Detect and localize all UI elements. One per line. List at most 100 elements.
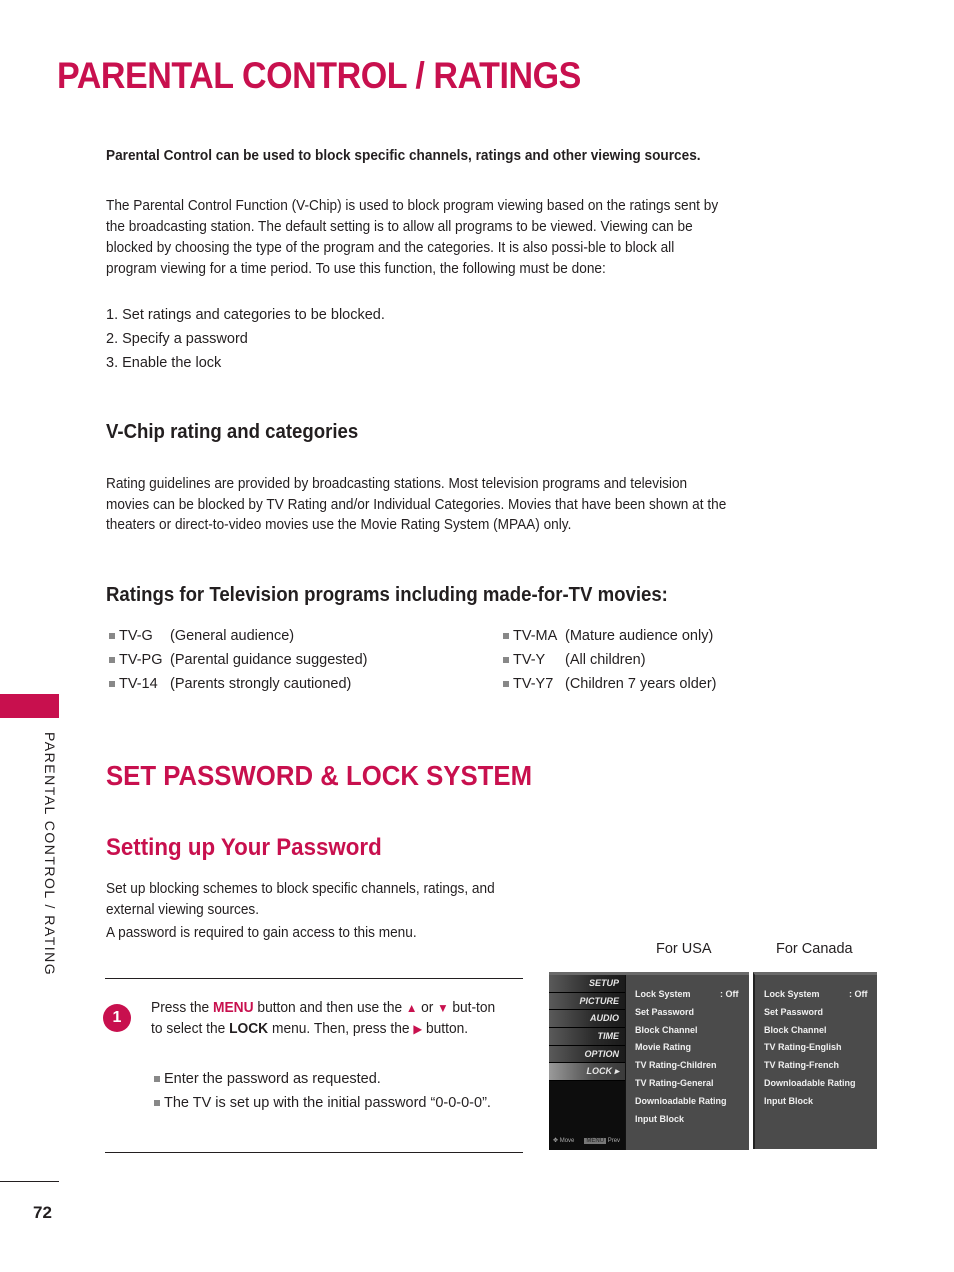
vchip-heading: V-Chip rating and categories [106, 421, 359, 443]
tv-menu-item: TV Rating-General [635, 1076, 749, 1094]
tv-sidebar-lock: LOCK ▸ [549, 1063, 625, 1082]
tv-menu-item: TV Rating-English [764, 1040, 877, 1058]
tv-menu-value: : Off [720, 989, 739, 999]
intro-step: 3. Enable the lock [106, 355, 222, 371]
intro-lead: Parental Control can be used to block sp… [106, 148, 701, 164]
usa-menu-screenshot: SETUP PICTURE AUDIO TIME OPTION LOCK ▸ ✥… [549, 972, 749, 1150]
side-section-label: PARENTAL CONTROL / RATING [42, 732, 58, 977]
square-bullet-icon [109, 657, 115, 663]
tv-menu-item: TV Rating-Children [635, 1058, 749, 1076]
step-text-part: button. [422, 1021, 469, 1037]
rating-item: TV-Y7 (Children 7 years older) [503, 672, 717, 696]
rating-code: TV-PG [119, 652, 163, 668]
square-bullet-icon [503, 633, 509, 639]
rating-desc: (Parental guidance suggested) [170, 652, 368, 668]
intro-step: 1. Set ratings and categories to be bloc… [106, 307, 385, 323]
rating-code: TV-Y7 [513, 676, 554, 692]
menu-chip: MENU [584, 1138, 607, 1144]
rating-code: TV-14 [119, 676, 158, 692]
footer-rule [0, 1181, 59, 1182]
tv-sidebar-time: TIME [549, 1028, 625, 1046]
step-bullet: Enter the password as requested. [154, 1067, 491, 1091]
rating-desc: (Children 7 years older) [565, 676, 717, 692]
step-text-part: Press the [151, 1000, 214, 1016]
vchip-paragraph: Rating guidelines are provided by broadc… [106, 476, 727, 533]
down-arrow-icon: ▼ [437, 1001, 449, 1015]
canada-lock-menu-panel: Lock System : Off Set Password Block Chan… [753, 972, 877, 1149]
subsection-title: Setting up Your Password [106, 834, 382, 861]
tv-sidebar-option: OPTION [549, 1045, 625, 1064]
tv-menu-sidebar: SETUP PICTURE AUDIO TIME OPTION LOCK ▸ ✥… [549, 975, 625, 1150]
setup-paragraph: Set up blocking schemes to block specifi… [106, 881, 495, 918]
rating-code: TV-Y [513, 652, 546, 668]
tv-menu-item: Lock System : Off [635, 987, 749, 1005]
step-bottom-rule [105, 1152, 523, 1153]
section-title: SET PASSWORD & LOCK SYSTEM [106, 760, 533, 791]
tv-ratings-list-left: TV-G (General audience) TV-PG (Parental gu… [109, 624, 368, 696]
tv-menu-label: Lock System [635, 989, 691, 999]
usa-lock-menu-panel: Lock System : Off Set Password Block Chan… [626, 975, 749, 1150]
rating-desc: (Mature audience only) [565, 628, 714, 644]
rating-desc: (All children) [565, 652, 646, 668]
tv-menu-label: Downloadable Rating [764, 1077, 856, 1088]
tv-menu-item: Downloadable Rating [635, 1094, 749, 1112]
tv-menu-label: TV Rating-English [764, 1042, 842, 1053]
tv-menu-label: Block Channel [764, 1024, 827, 1035]
tv-menu-value: : Off [849, 989, 868, 999]
page-title: PARENTAL CONTROL / RATINGS [57, 55, 581, 96]
tv-menu-label: Set Password [635, 1006, 695, 1017]
tv-sidebar-audio: AUDIO [549, 1010, 625, 1029]
setup-paragraph-2: A password is required to gain access to… [106, 925, 417, 941]
tv-menu-item: Input Block [764, 1094, 877, 1112]
footer-move-label: Move [559, 1138, 575, 1144]
canada-screen-label: For Canada [776, 941, 853, 957]
tv-menu-item: Input Block [635, 1112, 749, 1130]
rating-code: TV-MA [513, 628, 558, 644]
square-bullet-icon [503, 657, 509, 663]
intro-steps: 1. Set ratings and categories to be bloc… [106, 303, 385, 375]
tv-menu-label: Lock System [764, 989, 820, 999]
rating-code: TV-G [119, 628, 153, 644]
step-number-badge: 1 [103, 1004, 131, 1032]
tv-menu-label: TV Rating-French [764, 1060, 840, 1071]
tv-menu-item: TV Rating-French [764, 1058, 877, 1076]
tv-menu-label: Movie Rating [635, 1042, 692, 1053]
tv-menu-label: TV Rating-Children [635, 1060, 717, 1071]
square-bullet-icon [109, 681, 115, 687]
tv-menu-label: TV Rating-General [635, 1077, 714, 1088]
step-text-part: button and then use the [253, 1000, 407, 1016]
tv-menu-label: Input Block [764, 1095, 813, 1106]
step-text-part: or [417, 1000, 438, 1016]
rating-item: TV-14 (Parents strongly cautioned) [109, 672, 368, 696]
step-text-part: menu. Then, press the [268, 1021, 414, 1037]
rating-item: TV-MA (Mature audience only) [503, 624, 717, 648]
step-bullet-text: Enter the password as requested. [164, 1071, 381, 1087]
up-arrow-icon: ▲ [406, 1001, 418, 1015]
step-bullets: Enter the password as requested. The TV … [154, 1067, 491, 1115]
square-bullet-icon [503, 681, 509, 687]
tv-menu-item: Downloadable Rating [764, 1076, 877, 1094]
tv-ratings-list-right: TV-MA (Mature audience only) TV-Y (All chi… [503, 624, 717, 696]
square-bullet-icon [154, 1076, 160, 1082]
usa-screen-label: For USA [656, 941, 712, 957]
page-number: 72 [33, 1203, 52, 1222]
step-bullet-text: The TV is set up with the initial passwo… [164, 1095, 491, 1111]
square-bullet-icon [154, 1100, 160, 1106]
lock-key-label: LOCK [229, 1021, 269, 1037]
tv-sidebar-picture: PICTURE [549, 992, 625, 1011]
footer-prev-label: Prev [607, 1138, 621, 1144]
tv-menu-label: Downloadable Rating [635, 1095, 727, 1106]
tv-menu-item: Movie Rating [635, 1040, 749, 1058]
tv-menu-label: Block Channel [635, 1024, 698, 1035]
rating-item: TV-PG (Parental guidance suggested) [109, 648, 368, 672]
step-top-rule [105, 978, 523, 979]
tv-menu-footer: ✥ Move MENU Prev [553, 1137, 620, 1144]
tv-menu-label: Set Password [764, 1006, 824, 1017]
tv-ratings-heading: Ratings for Television programs includin… [106, 584, 668, 606]
tv-menu-item: Block Channel [635, 1023, 749, 1041]
tv-menu-item: Set Password [764, 1005, 877, 1023]
rating-item: TV-G (General audience) [109, 624, 368, 648]
tv-menu-label: Input Block [635, 1113, 684, 1124]
tv-menu-item: Set Password [635, 1005, 749, 1023]
menu-key-label: MENU [213, 1000, 254, 1016]
